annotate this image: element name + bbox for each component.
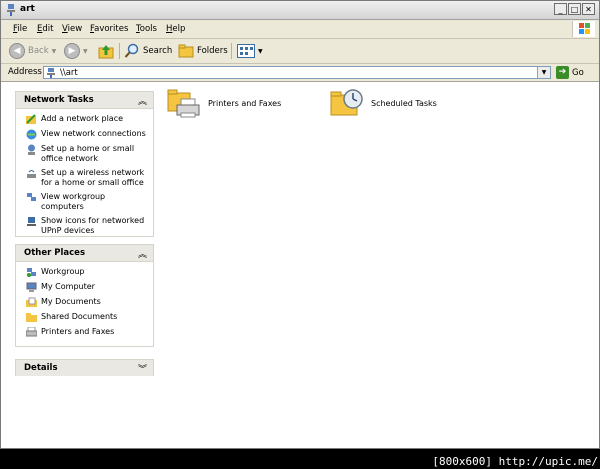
forward-arrow-icon: ▶: [64, 43, 80, 59]
printer-folder-icon: [167, 89, 200, 118]
place-workgroup[interactable]: Workgroup: [26, 267, 149, 278]
close-button[interactable]: ✕: [582, 3, 595, 15]
other-places-title: Other Places: [24, 248, 85, 258]
window-title: art: [20, 4, 35, 14]
network-tasks-header[interactable]: Network Tasks ︽: [16, 92, 153, 109]
folder-label: Printers and Faxes: [208, 98, 282, 108]
my-documents-icon: [26, 297, 37, 307]
address-value: \\art: [60, 68, 78, 78]
toolbar: ◀ Back ▼ ▶ ▼ Search Folders ▼: [1, 39, 599, 64]
collapse-chevron-icon[interactable]: ︽: [138, 94, 147, 107]
address-dropdown-icon[interactable]: ▼: [537, 67, 550, 78]
other-places-header[interactable]: Other Places ︽: [16, 245, 153, 262]
network-computer-icon: [47, 68, 55, 78]
place-my-documents[interactable]: My Documents: [26, 297, 149, 308]
folders-label: Folders: [197, 46, 228, 56]
title-bar[interactable]: art _ □ ✕: [1, 1, 599, 20]
task-show-upnp-devices[interactable]: Show icons for networked UPnP devices: [26, 216, 149, 236]
back-dropdown-icon: ▼: [51, 47, 57, 55]
back-button[interactable]: ◀ Back ▼: [9, 42, 56, 60]
windows-logo-icon: [572, 21, 595, 37]
place-my-computer[interactable]: My Computer: [26, 282, 149, 293]
upnp-devices-icon: [27, 217, 36, 226]
task-view-workgroup-computers[interactable]: View workgroup computers: [26, 192, 149, 212]
menu-help[interactable]: Help: [166, 24, 185, 34]
search-button[interactable]: Search: [124, 42, 172, 60]
network-connections-icon: [26, 129, 37, 140]
add-network-place-icon: [26, 114, 36, 124]
up-folder-icon: [98, 45, 114, 59]
task-setup-home-network[interactable]: Set up a home or small office network: [26, 144, 149, 164]
task-view-network-connections[interactable]: View network connections: [26, 129, 149, 140]
forward-dropdown-icon: ▼: [83, 47, 88, 55]
workgroup-icon: [27, 268, 36, 277]
back-arrow-icon: ◀: [9, 43, 25, 59]
content-area: Network Tasks ︽ Add a network place View…: [1, 82, 599, 448]
menu-bar: File Edit View Favorites Tools Help: [1, 20, 599, 39]
menu-edit[interactable]: Edit: [37, 24, 53, 34]
folders-icon: [178, 44, 194, 58]
menu-view[interactable]: View: [62, 24, 82, 34]
folders-button[interactable]: Folders: [178, 42, 228, 60]
network-computer-icon: [7, 4, 15, 16]
forward-button[interactable]: ▶ ▼: [64, 42, 88, 60]
printers-faxes-icon: [26, 327, 37, 337]
folder-printers-and-faxes[interactable]: Printers and Faxes: [167, 85, 281, 121]
menu-tools[interactable]: Tools: [136, 24, 157, 34]
home-network-icon: [28, 144, 35, 155]
search-label: Search: [143, 46, 173, 56]
explorer-window: art _ □ ✕ File Edit View Favorites Tools…: [0, 0, 600, 449]
details-title: Details: [24, 363, 58, 373]
task-setup-wireless-network[interactable]: Set up a wireless network for a home or …: [26, 168, 149, 188]
address-bar: Address \\art ▼ ➔ Go: [1, 64, 599, 82]
my-computer-icon: [26, 282, 37, 292]
place-printers-faxes[interactable]: Printers and Faxes: [26, 327, 149, 338]
footer-watermark: [800x600] http://upic.me/: [432, 455, 598, 468]
views-button[interactable]: ▼: [237, 42, 263, 60]
go-button[interactable]: ➔ Go: [556, 66, 584, 79]
address-input[interactable]: \\art ▼: [43, 66, 551, 79]
folder-label: Scheduled Tasks: [371, 98, 437, 108]
workgroup-computers-icon: [27, 193, 36, 201]
shared-documents-icon: [26, 313, 37, 322]
expand-chevron-icon[interactable]: ︾: [138, 362, 147, 375]
place-shared-documents[interactable]: Shared Documents: [26, 312, 149, 323]
task-add-network-place[interactable]: Add a network place: [26, 114, 149, 125]
back-label: Back: [28, 46, 49, 56]
maximize-button[interactable]: □: [568, 3, 581, 15]
scheduled-tasks-folder-icon: [330, 89, 363, 116]
details-header[interactable]: Details ︾: [16, 360, 153, 376]
search-icon: [124, 43, 139, 58]
views-dropdown-icon: ▼: [258, 47, 263, 55]
address-label: Address: [8, 67, 42, 77]
other-places-panel: Other Places ︽ Workgroup My Computer My …: [15, 244, 154, 347]
minimize-button[interactable]: _: [554, 3, 567, 15]
network-tasks-title: Network Tasks: [24, 95, 94, 105]
menu-favorites[interactable]: Favorites: [90, 24, 128, 34]
go-arrow-icon: ➔: [556, 66, 569, 79]
up-folder-button[interactable]: [98, 42, 114, 60]
go-label: Go: [572, 67, 584, 78]
wireless-network-icon: [27, 170, 36, 178]
folder-scheduled-tasks[interactable]: Scheduled Tasks: [330, 85, 437, 121]
menu-file[interactable]: File: [13, 24, 27, 34]
views-icon: [237, 44, 255, 58]
network-tasks-panel: Network Tasks ︽ Add a network place View…: [15, 91, 154, 237]
collapse-chevron-icon[interactable]: ︽: [138, 247, 147, 260]
details-panel: Details ︾: [15, 359, 154, 376]
